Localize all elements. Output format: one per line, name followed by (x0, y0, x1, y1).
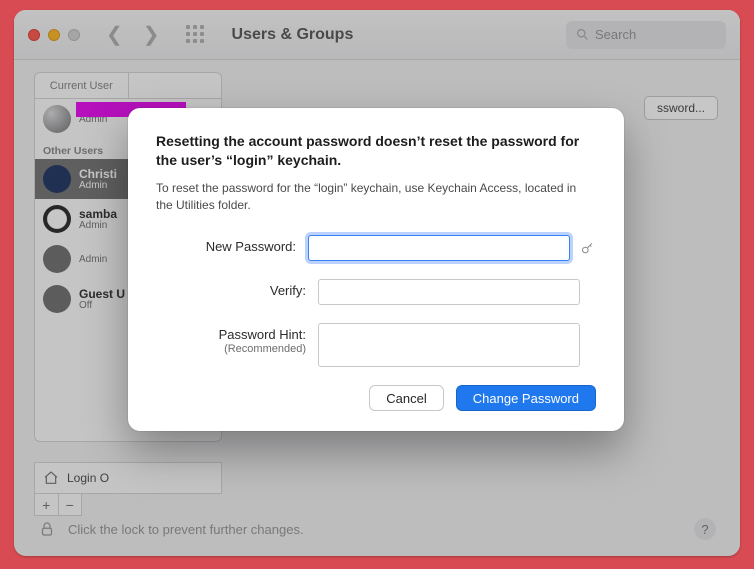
minimize-icon[interactable] (48, 29, 60, 41)
add-user-button[interactable]: + (35, 494, 59, 515)
lock-hint: Click the lock to prevent further change… (68, 522, 304, 537)
lock-icon[interactable] (38, 520, 56, 538)
user-role: Admin (79, 220, 117, 231)
tab-blank[interactable] (129, 73, 222, 99)
show-all-icon[interactable] (186, 25, 206, 45)
footer: Click the lock to prevent further change… (38, 518, 716, 540)
login-options[interactable]: Login O (34, 462, 222, 494)
avatar (43, 245, 71, 273)
add-remove-user: + − (34, 494, 82, 516)
avatar (43, 285, 71, 313)
traffic-lights (28, 29, 80, 41)
avatar (43, 105, 71, 133)
user-role: Admin (79, 180, 117, 191)
search-icon (576, 28, 589, 41)
search-placeholder: Search (595, 27, 636, 42)
verify-password-input[interactable] (318, 279, 580, 305)
dialog-heading: Resetting the account password doesn’t r… (156, 132, 596, 170)
window-title: Users & Groups (232, 26, 354, 44)
help-button[interactable]: ? (694, 518, 716, 540)
verify-label: Verify: (156, 279, 306, 298)
change-password-button[interactable]: Change Password (456, 385, 596, 411)
change-password-row-button[interactable]: ssword... (644, 96, 718, 120)
user-name: samba (79, 208, 117, 220)
password-hint-input[interactable] (318, 323, 580, 367)
zoom-icon[interactable] (68, 29, 80, 41)
new-password-label: New Password: (156, 235, 296, 254)
avatar (43, 205, 71, 233)
back-icon[interactable]: ❮ (106, 22, 123, 47)
titlebar: ❮ ❯ Users & Groups Search (14, 10, 740, 60)
reset-password-dialog: Resetting the account password doesn’t r… (128, 108, 624, 431)
nav-arrows: ❮ ❯ (106, 22, 160, 47)
home-icon (43, 470, 59, 486)
cancel-button[interactable]: Cancel (369, 385, 443, 411)
user-name: Christi (79, 168, 117, 180)
key-icon[interactable] (580, 240, 596, 256)
avatar (43, 165, 71, 193)
dialog-body: To reset the password for the “login” ke… (156, 180, 596, 214)
hint-label: Password Hint: (Recommended) (156, 323, 306, 354)
login-options-label: Login O (67, 471, 109, 485)
forward-icon[interactable]: ❯ (143, 22, 160, 47)
remove-user-button[interactable]: − (59, 494, 82, 515)
user-role: Admin (79, 254, 107, 265)
search-field[interactable]: Search (566, 21, 726, 49)
tab-current-user[interactable]: Current User (35, 73, 129, 99)
user-name: Guest U (79, 288, 125, 300)
user-role: Off (79, 300, 125, 311)
close-icon[interactable] (28, 29, 40, 41)
sidebar-tabs: Current User (35, 73, 221, 99)
new-password-input[interactable] (308, 235, 570, 261)
